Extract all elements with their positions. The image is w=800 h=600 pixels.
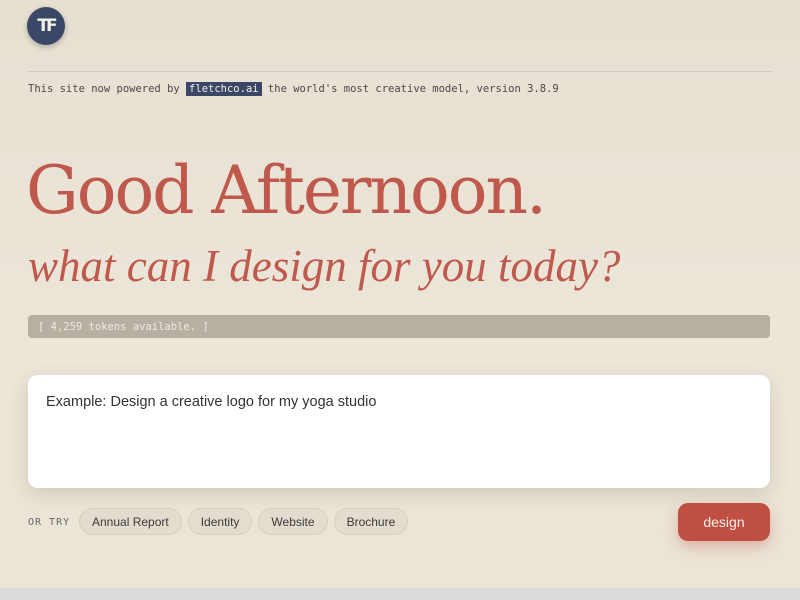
tokens-available-bar: [ 4,259 tokens available. ] (28, 315, 770, 338)
tokens-available-text: [ 4,259 tokens available. ] (38, 320, 209, 333)
chip-annual-report[interactable]: Annual Report (79, 508, 182, 535)
chip-website[interactable]: Website (258, 508, 328, 535)
logo-icon[interactable]: TF (27, 7, 65, 45)
powered-by-suffix: the world's most creative model, version… (267, 83, 559, 95)
chip-identity[interactable]: Identity (187, 508, 253, 535)
prompt-input[interactable] (46, 394, 752, 474)
or-try-label: OR TRY (28, 517, 71, 528)
greeting-headline: Good Afternoon. (26, 152, 547, 229)
header-divider (28, 71, 772, 72)
greeting-subheadline: what can I design for you today? (28, 241, 621, 291)
prompt-box (28, 375, 770, 488)
powered-by-prefix: This site now powered by (28, 83, 180, 95)
suggestion-chips: Annual Report Identity Website Brochure (79, 508, 409, 535)
powered-by-line: This site now powered by fletchco.ai the… (28, 82, 559, 96)
bottom-strip (0, 588, 800, 600)
brand-link[interactable]: fletchco.ai (186, 82, 262, 96)
design-button[interactable]: design (678, 503, 770, 541)
chip-brochure[interactable]: Brochure (333, 508, 409, 535)
